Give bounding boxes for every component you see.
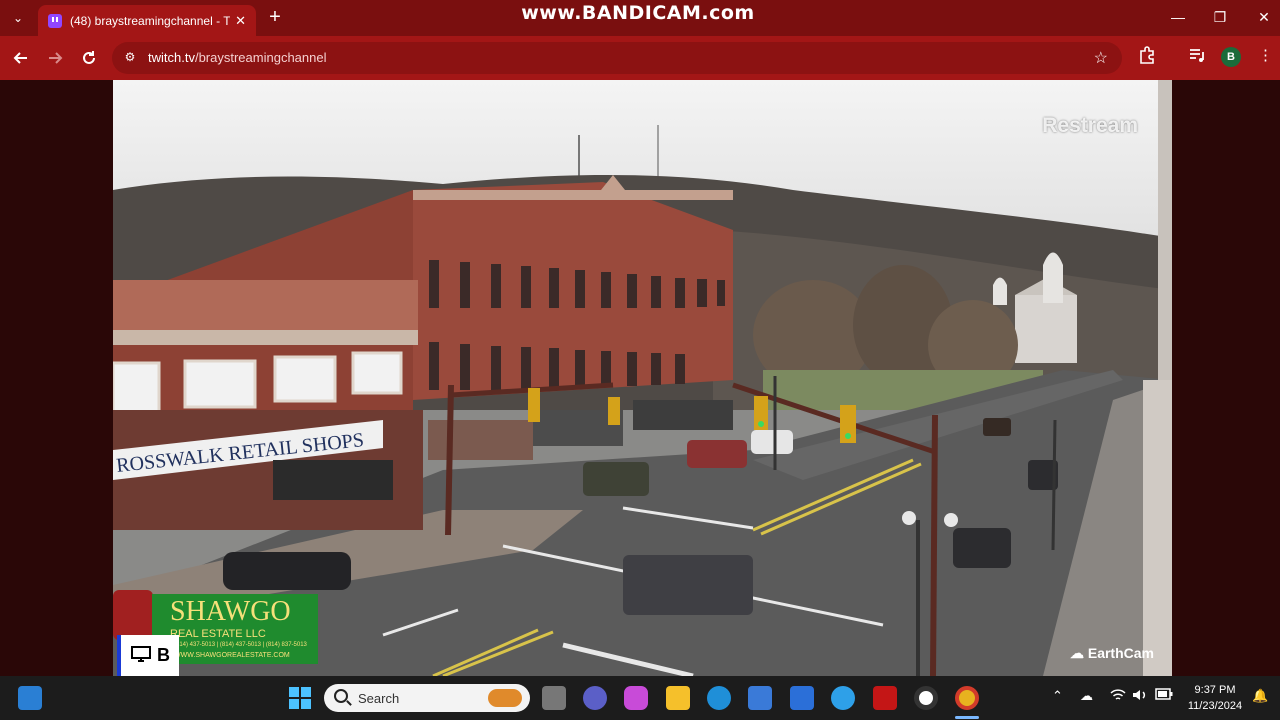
stream-corner-badge: B — [117, 635, 179, 676]
monitor-icon — [131, 646, 151, 666]
street-camera-scene: ROSSWALK RETAIL SHOPS — [113, 80, 1172, 676]
earthcam-logo: ☁ EarthCam — [1069, 645, 1154, 661]
tab-active[interactable]: (48) braystreamingchannel - Tw ✕ — [38, 5, 256, 36]
onedrive-cloud-icon[interactable]: ☁ — [1080, 688, 1093, 704]
corner-letter: B — [157, 645, 170, 665]
tab-close-icon[interactable]: ✕ — [235, 13, 246, 29]
browser-toolbar: ⚙ twitch.tv/braystreamingchannel ☆ ⋮ — [0, 36, 1280, 80]
url-text[interactable]: twitch.tv/braystreamingchannel — [148, 50, 327, 65]
taskbar-search[interactable]: Search — [324, 684, 530, 712]
bandicam-record-icon[interactable] — [914, 686, 938, 710]
chrome-active-indicator — [955, 716, 979, 719]
media-controls-icon[interactable] — [1188, 46, 1206, 68]
restream-watermark: Restream — [1042, 114, 1138, 137]
tab-search-chevron-icon[interactable]: ⌄ — [6, 6, 30, 30]
update-assistant-icon[interactable] — [831, 686, 855, 710]
start-windows-icon[interactable] — [288, 686, 312, 710]
file-explorer-icon[interactable] — [666, 686, 690, 710]
widgets-icon[interactable] — [18, 686, 42, 710]
minimize-button[interactable]: — — [1156, 0, 1200, 34]
twitch-favicon-icon — [48, 13, 62, 28]
task-view-icon[interactable] — [542, 686, 566, 710]
edge-icon[interactable] — [707, 686, 731, 710]
system-clock[interactable]: 9:37 PM 11/23/2024 — [1180, 682, 1250, 714]
restore-button[interactable]: ❐ — [1198, 0, 1242, 34]
browser-menu-icon[interactable]: ⋮ — [1258, 46, 1273, 64]
profile-avatar[interactable]: B — [1221, 47, 1241, 67]
close-window-button[interactable]: ✕ — [1242, 0, 1280, 34]
search-icon — [334, 689, 348, 703]
search-label: Search — [358, 691, 400, 706]
search-highlight-icon — [488, 689, 522, 707]
ad-title: SHAWGO — [170, 596, 291, 627]
ad-phones: (814) 437-5013 | (814) 437-5013 | (814) … — [174, 642, 307, 648]
notification-bell-icon[interactable]: 🔔 — [1252, 688, 1268, 704]
clock-date: 11/23/2024 — [1187, 700, 1243, 712]
forward-arrow-icon[interactable] — [42, 45, 68, 71]
back-arrow-icon[interactable] — [8, 45, 34, 71]
volume-icon[interactable] — [1132, 688, 1148, 705]
windows-taskbar: Search ⌃ ☁ 9:37 PM 11/23/2024 🔔 — [0, 676, 1280, 720]
tab-title: (48) braystreamingchannel - Tw — [70, 13, 230, 28]
hp-icon[interactable] — [790, 686, 814, 710]
bookmark-star-icon[interactable]: ☆ — [1094, 48, 1108, 68]
extensions-puzzle-icon[interactable] — [1138, 46, 1156, 68]
copilot-icon[interactable] — [624, 686, 648, 710]
wifi-icon[interactable] — [1110, 688, 1126, 705]
chrome-icon[interactable] — [955, 686, 979, 710]
teams-icon[interactable] — [583, 686, 607, 710]
reload-icon[interactable] — [76, 45, 102, 71]
microsoft-store-icon[interactable] — [748, 686, 772, 710]
tab-strip: ⌄ (48) braystreamingchannel - Tw ✕ + www… — [0, 0, 1280, 36]
bandicam-watermark: www.BANDICAM.com — [521, 2, 755, 24]
battery-icon[interactable] — [1155, 688, 1173, 703]
address-bar[interactable]: ⚙ twitch.tv/braystreamingchannel ☆ — [112, 42, 1122, 74]
clock-time: 9:37 PM — [1194, 684, 1236, 696]
new-tab-button[interactable]: + — [264, 6, 286, 28]
mcafee-icon[interactable] — [873, 686, 897, 710]
ad-website: WWW.SHAWGOREALESTATE.COM — [174, 652, 290, 659]
tray-overflow-chevron-icon[interactable]: ⌃ — [1052, 688, 1063, 704]
site-settings-icon[interactable]: ⚙ — [122, 50, 138, 66]
ad-subtitle: REAL ESTATE LLC — [170, 628, 266, 640]
video-player[interactable]: ROSSWALK RETAIL SHOPS Restream ☁ EarthCa… — [113, 80, 1172, 676]
